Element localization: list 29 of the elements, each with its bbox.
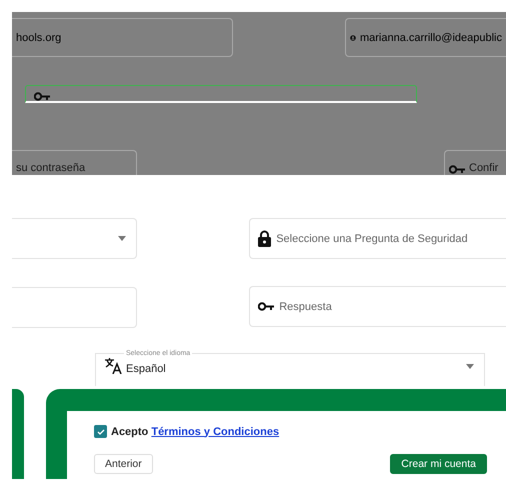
key-icon	[258, 302, 274, 311]
key-icon	[34, 92, 50, 101]
checkbox[interactable]	[94, 425, 107, 438]
field-value: Español	[126, 362, 167, 375]
email-field[interactable]: hools.org	[12, 18, 233, 57]
question-input[interactable]: Seleccione una Pregunta de Seguridad	[276, 232, 506, 244]
translate-icon	[104, 358, 122, 374]
field-value: marianna.carrillo@ideapublic	[360, 32, 502, 44]
terms-text: Acepto Términos y Condiciones	[111, 426, 280, 438]
lock-icon	[258, 230, 272, 247]
password-input[interactable]: Confir	[469, 162, 502, 174]
password-field[interactable]: su contraseña	[12, 150, 137, 175]
check-icon	[96, 428, 104, 434]
select-field[interactable]	[12, 218, 138, 259]
security-question-select[interactable]: Seleccione una Pregunta de Seguridad	[249, 218, 506, 259]
key-icon	[449, 165, 465, 174]
create-account-button[interactable]: Crear mi cuenta	[390, 454, 487, 474]
password-input[interactable]: su contraseña	[16, 162, 132, 174]
back-button[interactable]: Anterior	[94, 454, 153, 474]
terms-link[interactable]: Términos y Condiciones	[151, 426, 280, 438]
input-field[interactable]	[12, 287, 138, 328]
field-value: hools.org	[16, 32, 62, 44]
caret-icon	[118, 236, 126, 241]
answer-input[interactable]: Respuesta	[279, 300, 506, 312]
user-field[interactable]: marianna.carrillo@ideapublic	[345, 18, 506, 57]
password-field[interactable]	[25, 85, 417, 103]
password-field[interactable]: Confir	[444, 150, 506, 175]
answer-field[interactable]: Respuesta	[249, 286, 506, 327]
caret-icon	[466, 364, 474, 368]
